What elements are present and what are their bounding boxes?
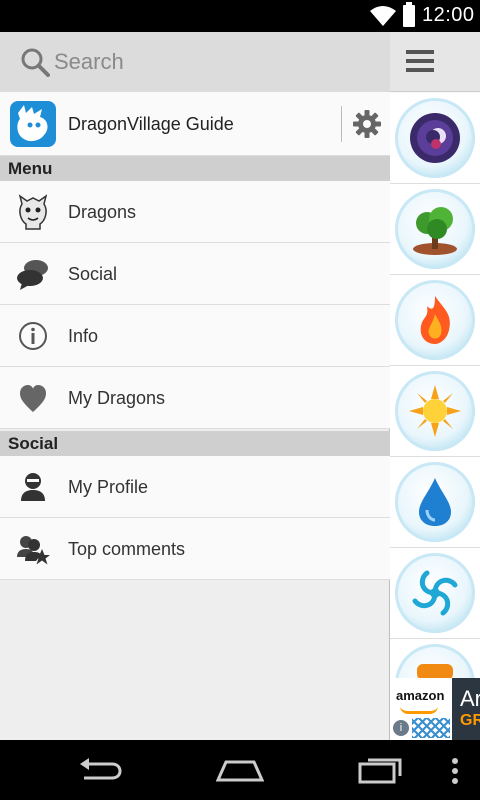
search-input[interactable]: [54, 45, 374, 79]
element-item-dark[interactable]: [390, 93, 480, 184]
wind-element-icon: [412, 570, 458, 616]
clock: 12:00: [422, 4, 475, 26]
menu-item-label: My Dragons: [68, 388, 166, 408]
heart-icon: [20, 385, 46, 412]
menu-item-label: My Profile: [68, 477, 149, 497]
menu-item-label: Info: [68, 326, 99, 346]
battery-icon: [403, 2, 415, 27]
info-icon: [19, 322, 47, 350]
ad-subline: GR: [460, 712, 480, 729]
element-item-water[interactable]: [390, 457, 480, 548]
forest-element-icon: [413, 207, 457, 255]
divider: [341, 106, 342, 142]
overflow-menu-icon[interactable]: [451, 758, 459, 784]
wifi-icon: [370, 6, 396, 26]
menu-item-label: Social: [68, 264, 118, 284]
ad-banner[interactable]: amazon i Ar GR: [390, 678, 480, 740]
ad-headline: Ar: [460, 686, 480, 711]
system-nav-bar: [0, 740, 480, 800]
status-bar: 12:00: [0, 0, 480, 32]
gear-icon[interactable]: [352, 109, 382, 139]
menu-item-social[interactable]: Social: [0, 243, 390, 305]
menu-item-top-comments[interactable]: Top comments: [0, 518, 390, 580]
dark-element-icon: [410, 113, 460, 163]
amazon-logo: amazon i: [390, 678, 452, 740]
menu-icon[interactable]: [406, 50, 434, 72]
element-item-fire[interactable]: [390, 275, 480, 366]
search-icon: [21, 48, 50, 77]
navigation-drawer: DragonVillage Guide Menu Dragons: [0, 32, 390, 740]
water-element-icon: [419, 478, 451, 526]
search-bar: [0, 32, 390, 92]
element-item-wind[interactable]: [390, 548, 480, 639]
action-bar: [390, 32, 480, 92]
home-icon[interactable]: [216, 758, 264, 782]
light-element-icon: [409, 385, 461, 437]
main-content-peek: [390, 32, 480, 740]
section-header-social: Social: [0, 431, 390, 456]
menu-item-dragons[interactable]: Dragons: [0, 181, 390, 243]
menu-item-label: Dragons: [68, 202, 137, 222]
element-item-forest[interactable]: [390, 184, 480, 275]
section-header-menu: Menu: [0, 156, 390, 181]
users-star-icon: [17, 536, 50, 565]
back-icon[interactable]: [78, 756, 122, 784]
person-icon: [21, 473, 45, 501]
fire-element-icon: [420, 296, 450, 344]
menu-item-label: Top comments: [68, 539, 186, 559]
app-header[interactable]: DragonVillage Guide: [0, 92, 390, 156]
speech-bubbles-icon: [17, 260, 48, 290]
recent-apps-icon[interactable]: [358, 754, 404, 784]
menu-item-my-dragons[interactable]: My Dragons: [0, 367, 390, 429]
dragon-icon: [18, 194, 48, 230]
app-name: DragonVillage Guide: [68, 114, 234, 134]
ad-info-icon[interactable]: i: [393, 720, 409, 736]
menu-item-my-profile[interactable]: My Profile: [0, 456, 390, 518]
element-item-light[interactable]: [390, 366, 480, 457]
app-icon: [10, 101, 56, 147]
menu-item-info[interactable]: Info: [0, 305, 390, 367]
